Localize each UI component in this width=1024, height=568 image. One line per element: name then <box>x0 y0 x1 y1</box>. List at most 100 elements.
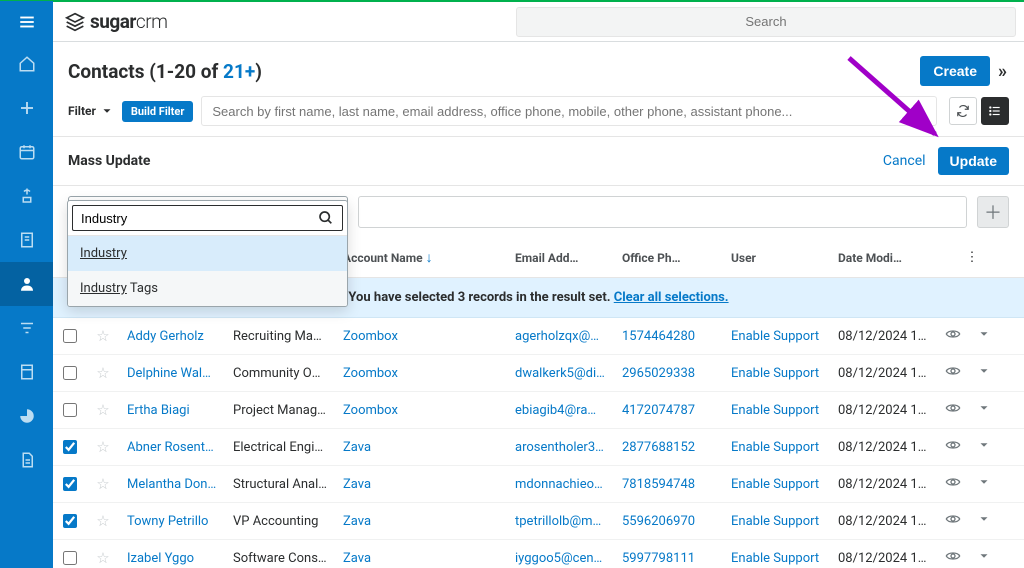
col-email[interactable]: Email Add… <box>507 251 614 265</box>
col-options[interactable]: ⋮ <box>936 250 1008 265</box>
global-search-input[interactable] <box>516 7 1016 37</box>
row-checkbox[interactable] <box>63 403 77 417</box>
nav-create[interactable] <box>0 86 53 130</box>
col-account[interactable]: Account Name ↓ <box>335 249 507 266</box>
nav-reports[interactable] <box>0 394 53 438</box>
row-chevron-icon[interactable] <box>977 512 991 530</box>
filter-label[interactable]: Filter <box>68 104 114 118</box>
favorite-icon[interactable]: ☆ <box>87 401 119 419</box>
preview-icon[interactable] <box>945 437 961 457</box>
account-link[interactable]: Zava <box>335 514 507 529</box>
dropdown-option[interactable]: Industry <box>68 236 347 271</box>
nav-calc[interactable] <box>0 350 53 394</box>
favorite-icon[interactable]: ☆ <box>87 512 119 530</box>
preview-icon[interactable] <box>945 363 961 383</box>
clear-selection-link[interactable]: Clear all selections. <box>614 290 729 305</box>
build-filter-button[interactable]: Build Filter <box>122 101 193 122</box>
row-chevron-icon[interactable] <box>977 438 991 456</box>
dropdown-search-input[interactable] <box>81 211 318 226</box>
preview-icon[interactable] <box>945 511 961 531</box>
cancel-link[interactable]: Cancel <box>883 153 926 169</box>
update-button[interactable]: Update <box>938 147 1009 175</box>
preview-icon[interactable] <box>945 474 961 494</box>
field-value-input[interactable] <box>358 196 967 228</box>
contact-name-link[interactable]: Ertha Biagi <box>119 403 225 418</box>
email-link[interactable]: arosentholer3r… <box>507 440 614 455</box>
account-link[interactable]: Zoombox <box>335 403 507 418</box>
nav-calendar[interactable] <box>0 130 53 174</box>
preview-icon[interactable] <box>945 400 961 420</box>
row-checkbox[interactable] <box>63 477 77 491</box>
account-link[interactable]: Zava <box>335 551 507 566</box>
user-link[interactable]: Enable Support <box>723 477 830 492</box>
email-link[interactable]: agerholzqx@… <box>507 329 614 344</box>
list-view-button[interactable] <box>981 97 1009 125</box>
dropdown-option[interactable]: Industry Tags <box>68 271 347 306</box>
user-link[interactable]: Enable Support <box>723 403 830 418</box>
favorite-icon[interactable]: ☆ <box>87 549 119 567</box>
email-link[interactable]: iyggoo5@cens… <box>507 551 614 566</box>
user-link[interactable]: Enable Support <box>723 551 830 566</box>
contact-name-link[interactable]: Delphine Walk… <box>119 366 225 381</box>
nav-filter[interactable] <box>0 306 53 350</box>
favorite-icon[interactable]: ☆ <box>87 364 119 382</box>
filter-search-input[interactable] <box>201 96 937 126</box>
phone-link[interactable]: 2965029338 <box>614 366 723 381</box>
nav-home[interactable] <box>0 42 53 86</box>
phone-link[interactable]: 7818594748 <box>614 477 723 492</box>
contact-name-link[interactable]: Izabel Yggo <box>119 551 225 566</box>
row-chevron-icon[interactable] <box>977 475 991 493</box>
preview-icon[interactable] <box>945 326 961 346</box>
phone-link[interactable]: 2877688152 <box>614 440 723 455</box>
account-link[interactable]: Zoombox <box>335 366 507 381</box>
favorite-icon[interactable]: ☆ <box>87 327 119 345</box>
add-field-button[interactable]: ＋ <box>977 196 1009 228</box>
contact-name-link[interactable]: Addy Gerholz <box>119 329 225 344</box>
email-link[interactable]: ebiagib4@ram… <box>507 403 614 418</box>
email-link[interactable]: dwalkerk5@di… <box>507 366 614 381</box>
hamburger-menu[interactable] <box>0 1 53 43</box>
contact-name-link[interactable]: Abner Rosent… <box>119 440 225 455</box>
favorite-icon[interactable]: ☆ <box>87 475 119 493</box>
count-link[interactable]: 21+ <box>223 60 255 83</box>
nav-accounts[interactable] <box>0 218 53 262</box>
user-link[interactable]: Enable Support <box>723 329 830 344</box>
email-link[interactable]: mdonnachieoa… <box>507 477 614 492</box>
favorite-icon[interactable]: ☆ <box>87 438 119 456</box>
contact-title: Structural Anal… <box>225 477 335 492</box>
account-link[interactable]: Zava <box>335 440 507 455</box>
phone-link[interactable]: 5596206970 <box>614 514 723 529</box>
row-chevron-icon[interactable] <box>977 364 991 382</box>
row-chevron-icon[interactable] <box>977 401 991 419</box>
panel-expand-icon[interactable]: » <box>996 61 1009 82</box>
nav-leads[interactable] <box>0 174 53 218</box>
mass-update-header: Mass Update Cancel Update <box>53 136 1024 186</box>
row-checkbox[interactable] <box>63 514 77 528</box>
user-link[interactable]: Enable Support <box>723 514 830 529</box>
row-checkbox[interactable] <box>63 366 77 380</box>
account-link[interactable]: Zava <box>335 477 507 492</box>
preview-icon[interactable] <box>945 548 961 568</box>
user-link[interactable]: Enable Support <box>723 440 830 455</box>
email-link[interactable]: tpetrillolb@my… <box>507 514 614 529</box>
phone-link[interactable]: 5997798111 <box>614 551 723 566</box>
row-checkbox[interactable] <box>63 329 77 343</box>
col-user[interactable]: User <box>723 251 830 265</box>
contact-name-link[interactable]: Melantha Don… <box>119 477 225 492</box>
dropdown-search[interactable] <box>72 205 343 231</box>
row-checkbox[interactable] <box>63 440 77 454</box>
col-date[interactable]: Date Modi… <box>830 251 936 265</box>
phone-link[interactable]: 1574464280 <box>614 329 723 344</box>
account-link[interactable]: Zoombox <box>335 329 507 344</box>
row-chevron-icon[interactable] <box>977 549 991 567</box>
nav-contacts[interactable] <box>0 262 53 306</box>
contact-name-link[interactable]: Towny Petrillo <box>119 514 225 529</box>
col-phone[interactable]: Office Ph… <box>614 251 723 265</box>
refresh-button[interactable] <box>949 97 977 125</box>
row-checkbox[interactable] <box>63 551 77 565</box>
nav-docs[interactable] <box>0 438 53 482</box>
phone-link[interactable]: 4172074787 <box>614 403 723 418</box>
row-chevron-icon[interactable] <box>977 327 991 345</box>
user-link[interactable]: Enable Support <box>723 366 830 381</box>
create-button[interactable]: Create <box>920 56 990 86</box>
